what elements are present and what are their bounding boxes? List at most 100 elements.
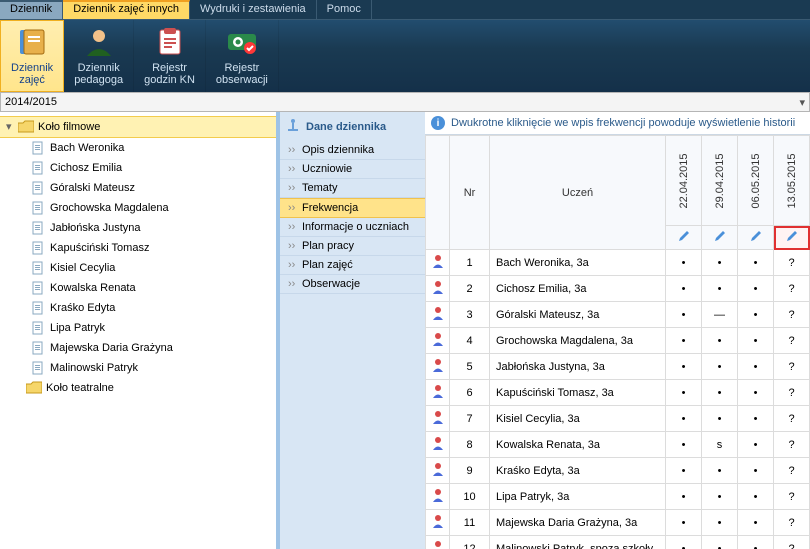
table-row[interactable]: 5Jabłońska Justyna, 3a•••? bbox=[426, 354, 810, 380]
ribbon-dziennik-zajec[interactable]: Dziennik zajęć bbox=[0, 20, 64, 92]
ribbon-rejestr-godzin[interactable]: Rejestr godzin KN bbox=[134, 20, 206, 92]
dane-item[interactable]: ››Uczniowie bbox=[280, 160, 425, 179]
table-row[interactable]: 6Kapuściński Tomasz, 3a•••? bbox=[426, 380, 810, 406]
table-row[interactable]: 3Góralski Mateusz, 3a•—•? bbox=[426, 302, 810, 328]
tree-student[interactable]: Bach Weronika bbox=[0, 138, 276, 158]
attendance-cell[interactable]: • bbox=[666, 276, 702, 302]
edit-col-3[interactable] bbox=[774, 226, 810, 250]
attendance-cell[interactable]: ? bbox=[774, 406, 810, 432]
attendance-cell[interactable]: • bbox=[738, 536, 774, 549]
attendance-cell[interactable]: • bbox=[702, 510, 738, 536]
attendance-cell[interactable]: • bbox=[666, 536, 702, 549]
table-row[interactable]: 1Bach Weronika, 3a•••? bbox=[426, 250, 810, 276]
attendance-cell[interactable]: s bbox=[702, 432, 738, 458]
attendance-cell[interactable]: • bbox=[738, 380, 774, 406]
table-row[interactable]: 11Majewska Daria Grażyna, 3a•••? bbox=[426, 510, 810, 536]
attendance-cell[interactable]: • bbox=[738, 276, 774, 302]
col-header-date-3[interactable]: 13.05.2015 bbox=[774, 136, 810, 226]
attendance-cell[interactable]: • bbox=[702, 458, 738, 484]
year-selector[interactable]: 2014/2015 ▾ bbox=[0, 92, 810, 112]
table-row[interactable]: 7Kisiel Cecylia, 3a•••? bbox=[426, 406, 810, 432]
attendance-cell[interactable]: • bbox=[666, 354, 702, 380]
attendance-cell[interactable]: ? bbox=[774, 484, 810, 510]
attendance-cell[interactable]: • bbox=[666, 458, 702, 484]
attendance-cell[interactable]: • bbox=[738, 406, 774, 432]
attendance-cell[interactable]: • bbox=[738, 328, 774, 354]
attendance-cell[interactable]: ? bbox=[774, 536, 810, 549]
attendance-cell[interactable]: ? bbox=[774, 302, 810, 328]
tree-student[interactable]: Kapuściński Tomasz bbox=[0, 238, 276, 258]
attendance-cell[interactable]: • bbox=[702, 406, 738, 432]
tab-dziennik[interactable]: Dziennik bbox=[0, 0, 63, 19]
attendance-cell[interactable]: • bbox=[666, 380, 702, 406]
attendance-cell[interactable]: • bbox=[702, 380, 738, 406]
attendance-cell[interactable]: • bbox=[666, 484, 702, 510]
tree-student[interactable]: Kraśko Edyta bbox=[0, 298, 276, 318]
edit-col-0[interactable] bbox=[666, 226, 702, 250]
col-header-nr[interactable]: Nr bbox=[450, 136, 490, 250]
col-header-date-1[interactable]: 29.04.2015 bbox=[702, 136, 738, 226]
attendance-cell[interactable]: • bbox=[702, 484, 738, 510]
ribbon-rejestr-obserwacji[interactable]: Rejestr obserwacji bbox=[206, 20, 279, 92]
attendance-cell[interactable]: • bbox=[738, 432, 774, 458]
attendance-cell[interactable]: • bbox=[738, 458, 774, 484]
dane-item[interactable]: ››Tematy bbox=[280, 179, 425, 198]
tree-node-kolo-filmowe[interactable]: ▾ Koło filmowe bbox=[0, 116, 276, 138]
tree-node-kolo-teatralne[interactable]: Koło teatralne bbox=[0, 378, 276, 398]
dane-item[interactable]: ››Plan zajęć bbox=[280, 256, 425, 275]
attendance-cell[interactable]: ? bbox=[774, 354, 810, 380]
edit-col-2[interactable] bbox=[738, 226, 774, 250]
tree-student[interactable]: Cichosz Emilia bbox=[0, 158, 276, 178]
ribbon-dziennik-pedagoga[interactable]: Dziennik pedagoga bbox=[64, 20, 134, 92]
tree-student[interactable]: Kowalska Renata bbox=[0, 278, 276, 298]
attendance-cell[interactable]: ? bbox=[774, 510, 810, 536]
attendance-cell[interactable]: • bbox=[666, 250, 702, 276]
attendance-cell[interactable]: • bbox=[702, 276, 738, 302]
attendance-cell[interactable]: • bbox=[666, 510, 702, 536]
tab-dziennik-zajec-innych[interactable]: Dziennik zajęć innych bbox=[63, 0, 190, 19]
attendance-cell[interactable]: ? bbox=[774, 380, 810, 406]
tree-student[interactable]: Góralski Mateusz bbox=[0, 178, 276, 198]
dane-item[interactable]: ››Opis dziennika bbox=[280, 141, 425, 160]
table-row[interactable]: 8Kowalska Renata, 3a•s•? bbox=[426, 432, 810, 458]
col-header-date-2[interactable]: 06.05.2015 bbox=[738, 136, 774, 226]
col-header-date-0[interactable]: 22.04.2015 bbox=[666, 136, 702, 226]
tab-wydruki[interactable]: Wydruki i zestawienia bbox=[190, 0, 317, 19]
tree-student[interactable]: Jabłońska Justyna bbox=[0, 218, 276, 238]
attendance-cell[interactable]: ? bbox=[774, 328, 810, 354]
dane-item[interactable]: ››Informacje o uczniach bbox=[280, 218, 425, 237]
attendance-cell[interactable]: — bbox=[702, 302, 738, 328]
dane-item[interactable]: ››Obserwacje bbox=[280, 275, 425, 294]
attendance-cell[interactable]: • bbox=[666, 328, 702, 354]
tree-student[interactable]: Grochowska Magdalena bbox=[0, 198, 276, 218]
attendance-cell[interactable]: ? bbox=[774, 458, 810, 484]
attendance-cell[interactable]: • bbox=[702, 536, 738, 549]
tree-student[interactable]: Kisiel Cecylia bbox=[0, 258, 276, 278]
attendance-cell[interactable]: • bbox=[738, 484, 774, 510]
attendance-cell[interactable]: • bbox=[666, 302, 702, 328]
tab-pomoc[interactable]: Pomoc bbox=[317, 0, 372, 19]
table-row[interactable]: 10Lipa Patryk, 3a•••? bbox=[426, 484, 810, 510]
tree-student[interactable]: Majewska Daria Grażyna bbox=[0, 338, 276, 358]
attendance-cell[interactable]: • bbox=[702, 250, 738, 276]
attendance-cell[interactable]: ? bbox=[774, 276, 810, 302]
tree-student[interactable]: Malinowski Patryk bbox=[0, 358, 276, 378]
table-row[interactable]: 4Grochowska Magdalena, 3a•••? bbox=[426, 328, 810, 354]
edit-col-1[interactable] bbox=[702, 226, 738, 250]
dane-item[interactable]: ››Frekwencja bbox=[280, 198, 425, 218]
table-row[interactable]: 12Malinowski Patryk, spoza szkoły•••? bbox=[426, 536, 810, 549]
tree-student[interactable]: Lipa Patryk bbox=[0, 318, 276, 338]
attendance-cell[interactable]: • bbox=[738, 510, 774, 536]
attendance-cell[interactable]: • bbox=[702, 354, 738, 380]
attendance-cell[interactable]: ? bbox=[774, 432, 810, 458]
dane-item[interactable]: ››Plan pracy bbox=[280, 237, 425, 256]
attendance-cell[interactable]: • bbox=[738, 302, 774, 328]
table-row[interactable]: 2Cichosz Emilia, 3a•••? bbox=[426, 276, 810, 302]
attendance-cell[interactable]: • bbox=[738, 250, 774, 276]
table-row[interactable]: 9Kraśko Edyta, 3a•••? bbox=[426, 458, 810, 484]
attendance-cell[interactable]: • bbox=[702, 328, 738, 354]
attendance-cell[interactable]: • bbox=[666, 406, 702, 432]
attendance-cell[interactable]: ? bbox=[774, 250, 810, 276]
col-header-uczen[interactable]: Uczeń bbox=[490, 136, 666, 250]
attendance-cell[interactable]: • bbox=[666, 432, 702, 458]
